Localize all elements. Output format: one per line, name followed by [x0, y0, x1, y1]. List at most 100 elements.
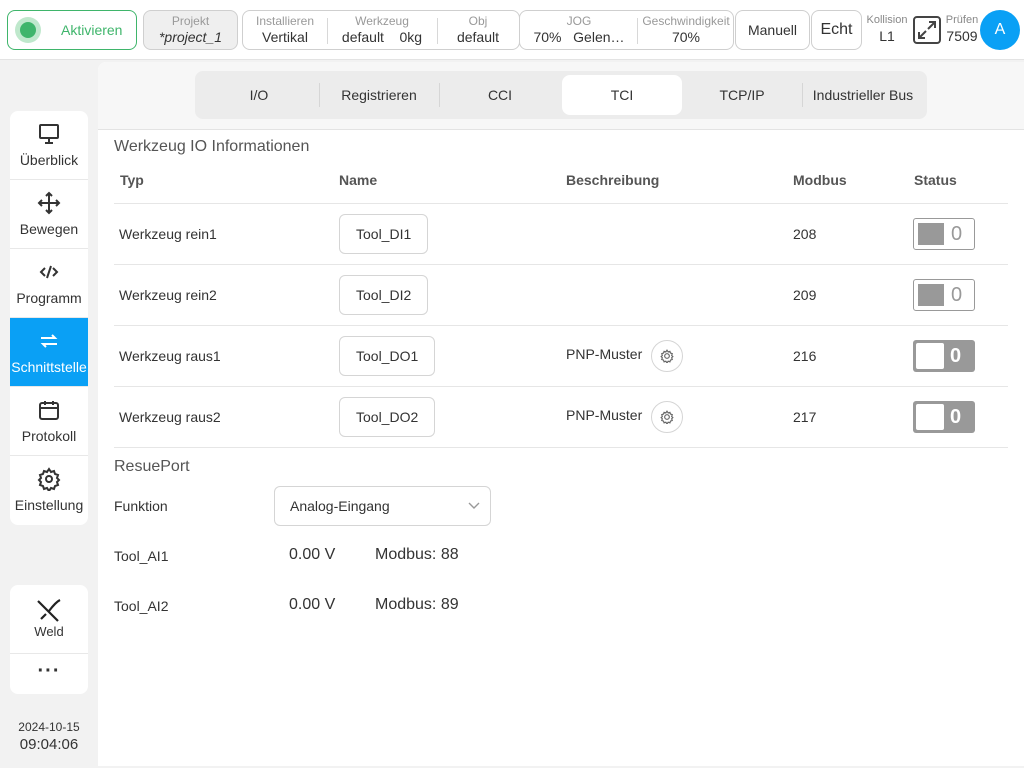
check-key: Prüfen	[945, 14, 979, 26]
analog-input-name: Tool_AI2	[114, 598, 169, 614]
monitor-icon	[39, 124, 59, 144]
row-name-field[interactable]: Tool_DI1	[339, 214, 429, 254]
activate-button[interactable]: Aktivieren	[7, 10, 137, 50]
avatar[interactable]: A	[980, 10, 1020, 50]
sidebar-item-schnittstelle[interactable]: Schnittstelle	[10, 318, 88, 387]
sidebar-item-einstellung[interactable]: Einstellung	[10, 456, 88, 525]
row-modbus: 217	[793, 409, 817, 425]
analog-input-name: Tool_AI1	[114, 548, 169, 564]
table-row: Werkzeug rein1 Tool_DI1 208 0	[114, 203, 1008, 264]
tab-bar-area: I/O Registrieren CCI TCI TCP/IP Industri…	[98, 62, 1024, 130]
jog-panel[interactable]: JOG 70% Gelen… Geschwindigkeit 70%	[519, 10, 734, 50]
obj-value: default	[456, 29, 500, 45]
row-modbus: 209	[793, 287, 817, 303]
status-value: 0	[951, 223, 963, 245]
row-name-field[interactable]: Tool_DI2	[339, 275, 429, 315]
gear-icon	[660, 349, 674, 363]
output-settings-button[interactable]	[651, 340, 683, 372]
fullscreen-icon[interactable]	[912, 15, 942, 45]
collision-level[interactable]: Kollision L1	[864, 14, 910, 45]
sidebar-secondary: Weld ···	[10, 585, 88, 694]
row-type: Werkzeug raus2	[119, 409, 221, 425]
row-description: PNP-Muster	[566, 346, 643, 362]
row-modbus: 208	[793, 226, 817, 242]
row-modbus: 216	[793, 348, 817, 364]
move-icon	[37, 191, 61, 215]
output-toggle[interactable]: 0	[913, 340, 975, 372]
analog-input-modbus: Modbus: 89	[375, 596, 459, 613]
sidebar: Überblick Bewegen Programm Schnittstelle…	[10, 111, 88, 525]
tool-key: Werkzeug	[355, 14, 409, 28]
weld-icon	[37, 599, 61, 622]
activate-label: Aktivieren	[61, 22, 123, 38]
row-type: Werkzeug raus1	[119, 348, 221, 364]
sidebar-item-protokoll[interactable]: Protokoll	[10, 387, 88, 456]
clock: 2024-10-15 09:04:06	[10, 720, 88, 753]
sidebar-item-label: Protokoll	[21, 428, 77, 444]
function-select[interactable]: Analog-Eingang	[274, 486, 491, 526]
install-panel[interactable]: Installieren Vertikal Werkzeug default 0…	[242, 10, 520, 50]
main-panel: I/O Registrieren CCI TCI TCP/IP Industri…	[98, 62, 1024, 766]
table-row: Werkzeug rein2 Tool_DI2 209 0	[114, 264, 1008, 325]
tool-value: default 0kg	[341, 29, 423, 45]
jog-key: JOG	[566, 14, 592, 28]
tab-cci[interactable]: CCI	[440, 75, 560, 115]
project-key: Projekt	[171, 14, 210, 28]
sidebar-item-bewegen[interactable]: Bewegen	[10, 180, 88, 249]
column-header-status: Status	[914, 172, 957, 188]
status-dot-icon	[15, 17, 41, 43]
install-key: Installieren	[255, 14, 315, 28]
real-mode-button[interactable]: Echt	[811, 10, 862, 50]
sidebar-item-label: Programm	[16, 290, 82, 306]
date-text: 2024-10-15	[18, 720, 80, 734]
collision-value: L1	[879, 28, 895, 44]
analog-input-value: 0.00 V	[289, 546, 336, 563]
row-type: Werkzeug rein2	[119, 287, 217, 303]
mode-manual-button[interactable]: Manuell	[735, 10, 810, 50]
interface-icon	[40, 334, 58, 348]
tab-tcpip[interactable]: TCP/IP	[682, 75, 802, 115]
status-value: 0	[950, 345, 962, 367]
function-label: Funktion	[114, 498, 168, 514]
row-type: Werkzeug rein1	[119, 226, 217, 242]
obj-key: Obj	[468, 14, 488, 28]
sidebar-item-label: Überblick	[19, 152, 79, 168]
status-indicator: 0	[913, 279, 975, 311]
sidebar-item-label: Schnittstelle	[11, 359, 87, 375]
tab-industrieller-bus[interactable]: Industrieller Bus	[803, 75, 923, 115]
sidebar-item-programm[interactable]: Programm	[10, 249, 88, 318]
code-icon	[39, 265, 59, 279]
calendar-icon	[39, 401, 59, 420]
column-header-name: Name	[339, 172, 378, 188]
sidebar-item-label: Bewegen	[19, 221, 79, 237]
gear-icon	[37, 467, 61, 491]
column-header-modbus: Modbus	[793, 172, 847, 188]
tab-registrieren[interactable]: Registrieren	[319, 75, 439, 115]
row-name-field[interactable]: Tool_DO1	[339, 336, 436, 376]
column-header-description: Beschreibung	[566, 172, 660, 188]
speed-value: 70%	[671, 29, 701, 45]
divider	[114, 447, 1008, 448]
weld-button[interactable]: Weld	[10, 585, 88, 654]
output-settings-button[interactable]	[651, 401, 683, 433]
check-value[interactable]: Prüfen 7509	[943, 14, 981, 45]
column-header-type: Typ	[120, 172, 144, 188]
tab-io[interactable]: I/O	[199, 75, 319, 115]
resue-section-title: ResuePort	[114, 458, 190, 475]
tab-tci[interactable]: TCI	[562, 75, 682, 115]
gear-icon	[660, 410, 674, 424]
row-name-field[interactable]: Tool_DO2	[339, 397, 436, 437]
sidebar-item-label: Einstellung	[14, 497, 84, 513]
analog-input-modbus: Modbus: 88	[375, 546, 459, 563]
function-select-value: Analog-Eingang	[290, 498, 390, 514]
speed-key: Geschwindigkeit	[642, 14, 730, 28]
output-toggle[interactable]: 0	[913, 401, 975, 433]
sidebar-item-ueberblick[interactable]: Überblick	[10, 111, 88, 180]
top-bar: Aktivieren Projekt *project_1 Installier…	[0, 0, 1024, 60]
table-row: Werkzeug raus1 Tool_DO1 PNP-Muster 216 0	[114, 325, 1008, 386]
check-number: 7509	[946, 28, 978, 44]
more-button[interactable]: ···	[10, 654, 88, 694]
project-selector[interactable]: Projekt *project_1	[143, 10, 238, 50]
time-text: 09:04:06	[19, 736, 79, 753]
tab-bar: I/O Registrieren CCI TCI TCP/IP Industri…	[195, 71, 927, 119]
